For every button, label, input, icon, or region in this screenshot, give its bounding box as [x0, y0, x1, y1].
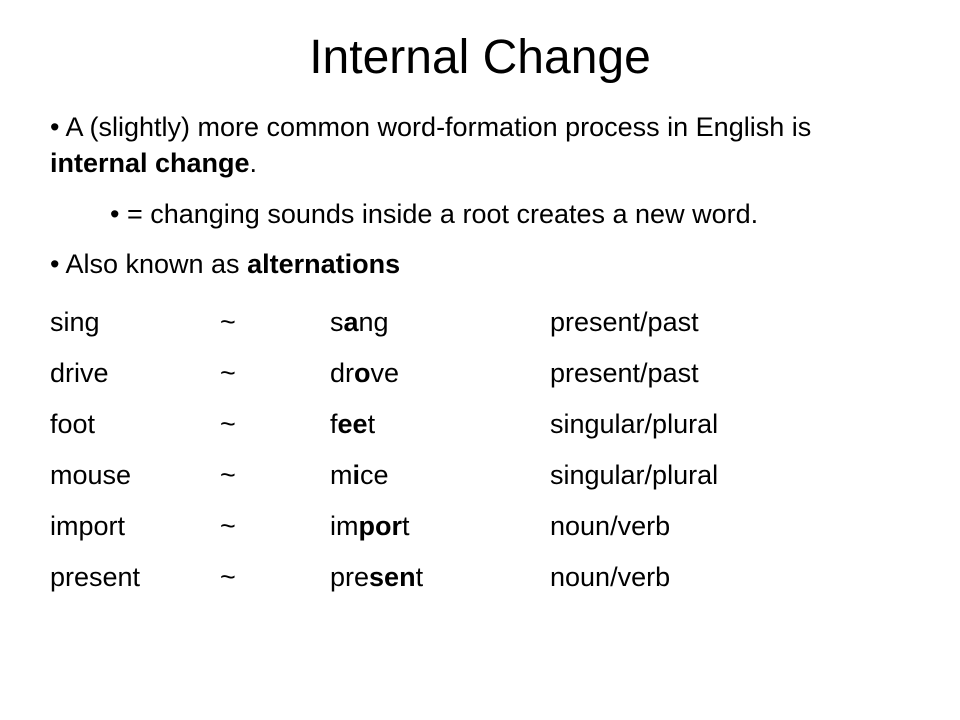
table-row: sing~sangpresent/past [50, 297, 718, 348]
table-row: import~importnoun/verb [50, 501, 718, 552]
bullet-3-bold: alternations [247, 249, 400, 279]
alt-post: ce [360, 460, 389, 490]
alternate-form: mice [330, 450, 550, 501]
alt-pre: m [330, 460, 353, 490]
tilde: ~ [220, 348, 330, 399]
tilde: ~ [220, 297, 330, 348]
bullet-1-bold: internal change [50, 148, 250, 178]
alternate-form: import [330, 501, 550, 552]
bullet-1-pre: • A (slightly) more common word-formatio… [50, 112, 811, 142]
alt-post: t [402, 511, 410, 541]
alt-post: t [368, 409, 376, 439]
tilde: ~ [220, 399, 330, 450]
alternate-form: feet [330, 399, 550, 450]
table-row: mouse~micesingular/plural [50, 450, 718, 501]
alternate-form: present [330, 552, 550, 603]
alt-emph: sen [369, 562, 416, 592]
alt-pre: pre [330, 562, 369, 592]
alt-pre: s [330, 307, 344, 337]
table-row: drive~drovepresent/past [50, 348, 718, 399]
examples-table: sing~sangpresent/pastdrive~drovepresent/… [50, 297, 718, 603]
base-form: mouse [50, 450, 220, 501]
base-form: present [50, 552, 220, 603]
bullet-1-post: . [250, 148, 258, 178]
tilde: ~ [220, 552, 330, 603]
alt-emph: i [353, 460, 361, 490]
tilde: ~ [220, 501, 330, 552]
alt-pre: im [330, 511, 359, 541]
alt-post: ng [359, 307, 389, 337]
bullet-1: • A (slightly) more common word-formatio… [50, 109, 910, 182]
gloss: present/past [550, 297, 718, 348]
gloss: singular/plural [550, 399, 718, 450]
alt-emph: o [354, 358, 371, 388]
bullet-3-pre: • Also known as [50, 249, 247, 279]
alt-emph: a [344, 307, 359, 337]
alt-post: t [416, 562, 424, 592]
tilde: ~ [220, 450, 330, 501]
alt-emph: por [359, 511, 403, 541]
gloss: present/past [550, 348, 718, 399]
alternate-form: drove [330, 348, 550, 399]
alt-emph: ee [338, 409, 368, 439]
base-form: foot [50, 399, 220, 450]
alt-pre: dr [330, 358, 354, 388]
bullet-2: • = changing sounds inside a root create… [110, 196, 910, 232]
gloss: noun/verb [550, 501, 718, 552]
alt-post: ve [371, 358, 400, 388]
table-row: foot~feetsingular/plural [50, 399, 718, 450]
base-form: sing [50, 297, 220, 348]
base-form: import [50, 501, 220, 552]
slide-title: Internal Change [50, 30, 910, 85]
base-form: drive [50, 348, 220, 399]
gloss: singular/plural [550, 450, 718, 501]
alt-pre: f [330, 409, 338, 439]
alternate-form: sang [330, 297, 550, 348]
slide: Internal Change • A (slightly) more comm… [0, 0, 960, 720]
gloss: noun/verb [550, 552, 718, 603]
table-row: present~presentnoun/verb [50, 552, 718, 603]
bullet-3: • Also known as alternations [50, 246, 910, 282]
